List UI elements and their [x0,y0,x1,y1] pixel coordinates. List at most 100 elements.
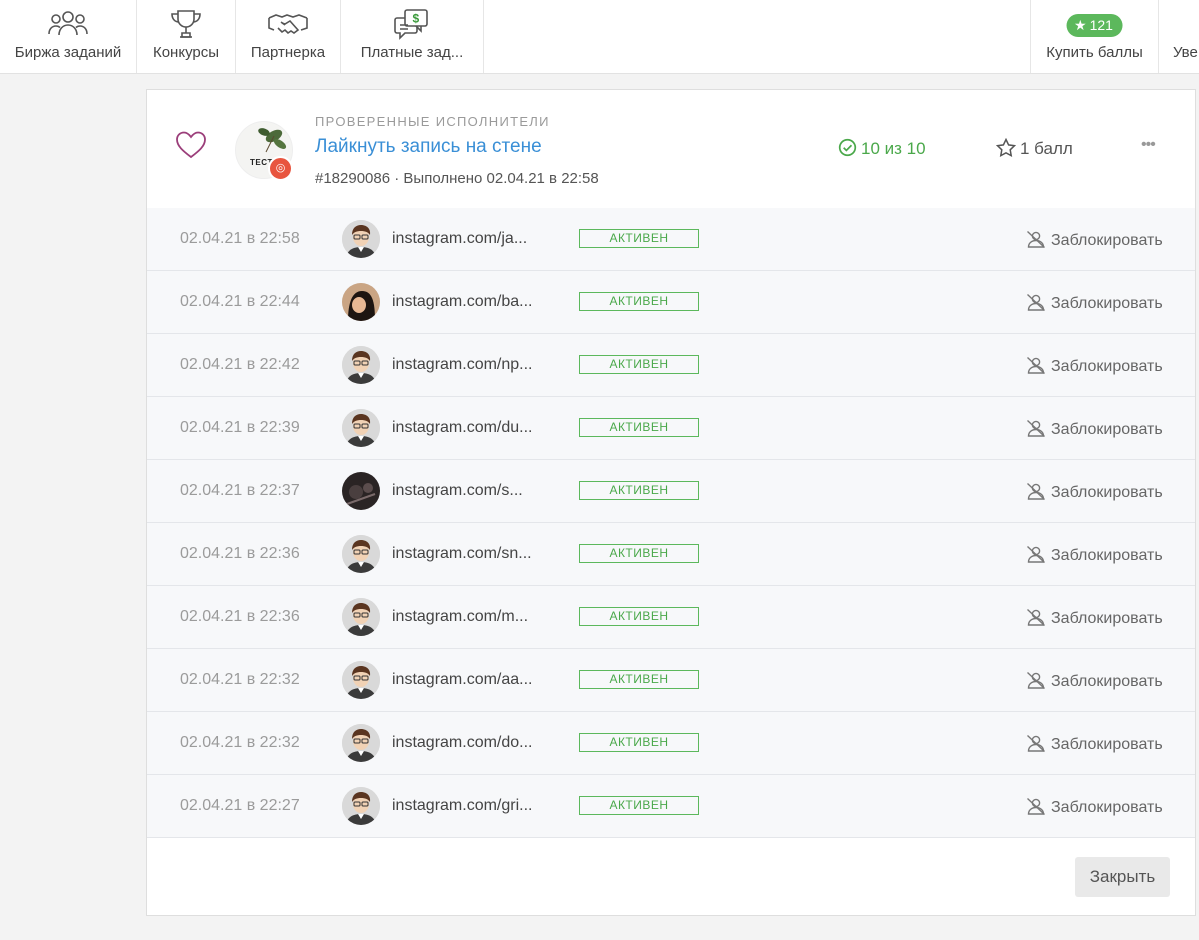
block-user-icon [1027,356,1045,375]
status-badge: АКТИВЕН [579,670,699,689]
block-label: Заблокировать [1051,547,1163,564]
task-reward: 1 балл [995,137,1073,159]
block-user-icon [1027,482,1045,501]
check-circle-icon [838,138,857,157]
default-avatar-icon [342,220,380,258]
block-button[interactable]: Заблокировать [1026,671,1163,691]
star-icon: ★ [1074,17,1087,33]
svg-text:$: $ [413,12,420,26]
status-badge: АКТИВЕН [579,607,699,626]
block-button[interactable]: Заблокировать [1026,230,1163,250]
executor-avatar[interactable] [342,283,380,321]
executor-time: 02.04.21 в 22:32 [180,734,300,751]
user-photo-icon [342,472,380,510]
nav-buy-points[interactable]: ★ 121 Купить баллы [1030,0,1159,73]
executor-time: 02.04.21 в 22:36 [180,608,300,625]
block-label: Заблокировать [1051,610,1163,627]
points-badge: ★ 121 [1066,14,1123,37]
nav-contests[interactable]: Конкурсы [137,0,236,73]
default-avatar-icon [342,409,380,447]
executor-avatar[interactable] [342,220,380,258]
executor-avatar[interactable] [342,787,380,825]
block-button[interactable]: Заблокировать [1026,482,1163,502]
executor-profile-link[interactable]: instagram.com/du... [392,419,533,437]
block-user-icon [1027,230,1045,249]
block-user-icon [1027,797,1045,816]
block-button[interactable]: Заблокировать [1026,356,1163,376]
executor-profile-link[interactable]: instagram.com/gri... [392,797,532,815]
executor-profile-link[interactable]: instagram.com/ba... [392,293,533,311]
nav-label: Партнерка [250,44,326,61]
executor-row: 02.04.21 в 22:32 instagram.com/aa... АКТ… [147,649,1195,712]
instagram-icon: ◎ [268,156,293,181]
block-label: Заблокировать [1051,295,1163,312]
executor-avatar[interactable] [342,535,380,573]
executor-avatar[interactable] [342,346,380,384]
default-avatar-icon [342,346,380,384]
executors-list: 02.04.21 в 22:58 instagram.com/ja... АКТ… [147,208,1195,838]
users-icon [48,11,88,36]
heart-icon[interactable] [175,130,207,160]
nav-partners[interactable]: Партнерка [236,0,341,73]
executor-row: 02.04.21 в 22:58 instagram.com/ja... АКТ… [147,208,1195,271]
executor-avatar[interactable] [342,409,380,447]
status-badge: АКТИВЕН [579,796,699,815]
block-label: Заблокировать [1051,673,1163,690]
status-badge: АКТИВЕН [579,229,699,248]
block-button[interactable]: Заблокировать [1026,734,1163,754]
status-badge: АКТИВЕН [579,733,699,752]
task-title[interactable]: Лайкнуть запись на стене [315,136,542,158]
reward-text: 1 балл [1020,139,1073,158]
executor-row: 02.04.21 в 22:44 instagram.com/ba... АКТ… [147,271,1195,334]
handshake-icon [268,14,308,35]
executor-avatar[interactable] [342,724,380,762]
user-photo-icon [342,283,380,321]
block-user-icon [1027,545,1045,564]
task-card: TECT ◎ Проверенные исполнители Лайкнуть … [146,89,1196,916]
executor-profile-link[interactable]: instagram.com/aa... [392,671,533,689]
block-label: Заблокировать [1051,232,1163,249]
block-button[interactable]: Заблокировать [1026,419,1163,439]
executor-profile-link[interactable]: instagram.com/s... [392,482,523,500]
executor-profile-link[interactable]: instagram.com/m... [392,608,528,626]
task-meta: #18290086 · Выполнено 02.04.21 в 22:58 [315,170,599,187]
close-button[interactable]: Закрыть [1075,857,1170,897]
progress-text: 10 из 10 [861,139,926,158]
nav-label: Биржа заданий [14,44,122,61]
nav-notifications[interactable]: Уве [1159,0,1199,73]
task-header: TECT ◎ Проверенные исполнители Лайкнуть … [147,90,1195,209]
block-button[interactable]: Заблокировать [1026,608,1163,628]
executor-row: 02.04.21 в 22:42 instagram.com/np... АКТ… [147,334,1195,397]
executor-avatar[interactable] [342,661,380,699]
block-button[interactable]: Заблокировать [1026,545,1163,565]
nav-paid-tasks[interactable]: $ Платные зад... [341,0,484,73]
executor-profile-link[interactable]: instagram.com/np... [392,356,533,374]
executor-avatar[interactable] [342,472,380,510]
task-category: Проверенные исполнители [315,114,550,129]
block-label: Заблокировать [1051,358,1163,375]
status-badge: АКТИВЕН [579,418,699,437]
executor-time: 02.04.21 в 22:36 [180,545,300,562]
nav-task-exchange[interactable]: Биржа заданий [0,0,137,73]
nav-label: Платные зад... [360,44,464,61]
block-user-icon [1027,671,1045,690]
default-avatar-icon [342,535,380,573]
points-count: 121 [1089,17,1113,33]
block-user-icon [1027,293,1045,312]
nav-label: Купить баллы [1046,44,1143,61]
executor-profile-link[interactable]: instagram.com/sn... [392,545,532,563]
block-button[interactable]: Заблокировать [1026,293,1163,313]
executor-profile-link[interactable]: instagram.com/do... [392,734,533,752]
more-menu-icon[interactable]: ••• [1141,136,1156,154]
paid-chat-icon: $ [394,9,428,40]
executor-profile-link[interactable]: instagram.com/ja... [392,230,527,248]
executor-row: 02.04.21 в 22:37 instagram.com/s... АКТИ… [147,460,1195,523]
status-badge: АКТИВЕН [579,544,699,563]
executor-avatar[interactable] [342,598,380,636]
block-button[interactable]: Заблокировать [1026,797,1163,817]
nav-label: Конкурсы [152,44,220,61]
block-user-icon [1027,419,1045,438]
block-user-icon [1027,734,1045,753]
default-avatar-icon [342,787,380,825]
executor-time: 02.04.21 в 22:27 [180,797,300,814]
